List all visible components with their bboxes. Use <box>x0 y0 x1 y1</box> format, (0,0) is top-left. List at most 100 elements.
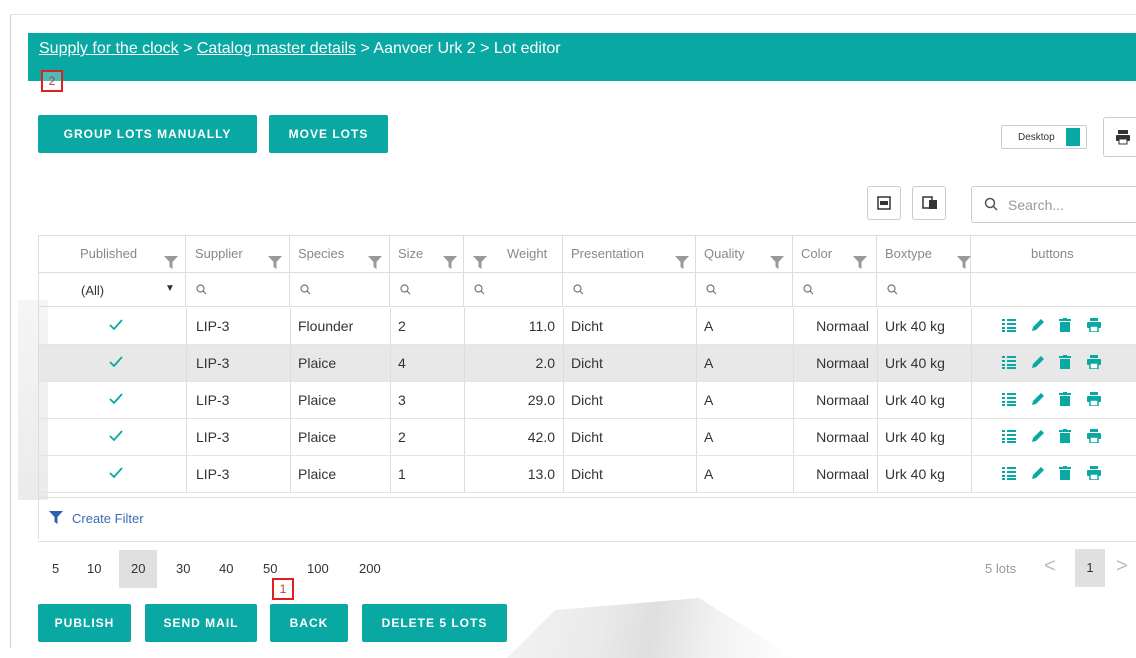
print-icon[interactable] <box>1087 429 1101 446</box>
page-size-option[interactable]: 200 <box>359 561 381 576</box>
cell-divider <box>696 382 697 418</box>
prev-page-button[interactable]: < <box>1044 555 1056 578</box>
export-button[interactable] <box>867 186 901 220</box>
species-cell: Flounder <box>298 318 354 334</box>
column-header-label: Published <box>80 246 138 261</box>
delete-icon[interactable] <box>1059 429 1071 446</box>
color-cell: Normaal <box>816 355 869 371</box>
breadcrumb-separator: > <box>356 40 374 57</box>
column-header-species[interactable]: Species <box>290 236 390 272</box>
boxtype-cell: Urk 40 kg <box>885 429 945 445</box>
cell-divider <box>696 419 697 455</box>
species-filter-input[interactable] <box>290 273 390 307</box>
page-size-option[interactable]: 30 <box>176 561 190 576</box>
supplier-filter-input[interactable] <box>186 273 290 307</box>
cell-divider <box>290 456 291 492</box>
print-icon[interactable] <box>1087 318 1101 335</box>
weight-filter-input[interactable] <box>464 273 563 307</box>
table-row[interactable]: LIP-3 Plaice 4 Dicht A Urk 40 kg 2.0 Normaal <box>39 345 1136 382</box>
page-size-option[interactable]: 100 <box>307 561 329 576</box>
column-header-label: Size <box>398 246 424 261</box>
breadcrumb-link-supply[interactable]: Supply for the clock <box>39 40 179 57</box>
delete-icon[interactable] <box>1059 318 1071 335</box>
table-row[interactable]: LIP-3 Plaice 3 Dicht A Urk 40 kg 29.0 Normaal <box>39 382 1136 419</box>
delete-lots-button[interactable]: DELETE 5 LOTS <box>362 604 507 642</box>
breadcrumb: Supply for the clock > Catalog master de… <box>39 40 561 58</box>
edit-icon[interactable] <box>1031 355 1045 372</box>
next-page-button[interactable]: > <box>1116 555 1128 578</box>
quality-cell: A <box>704 392 714 408</box>
quality-filter-input[interactable] <box>696 273 793 307</box>
print-icon[interactable] <box>1087 392 1101 409</box>
page-number-button[interactable]: 1 <box>1075 549 1105 587</box>
group-lots-manually-button[interactable]: GROUP LOTS MANUALLY <box>38 115 257 153</box>
page-size-option[interactable]: 5 <box>52 561 59 576</box>
size-filter-input[interactable] <box>390 273 464 307</box>
edit-icon[interactable] <box>1031 466 1045 483</box>
table-row[interactable]: LIP-3 Flounder 2 Dicht A Urk 40 kg 11.0 Normaal <box>39 308 1136 345</box>
edit-icon[interactable] <box>1031 392 1045 409</box>
column-header-presentation[interactable]: Presentation <box>563 236 696 272</box>
create-filter-link[interactable]: Create Filter <box>39 497 1136 539</box>
column-header-weight[interactable]: Weight <box>464 236 563 272</box>
presentation-filter-input[interactable] <box>563 273 696 307</box>
column-header-published[interactable]: Published <box>39 236 186 272</box>
device-toggle-label: Desktop <box>1018 132 1055 143</box>
print-button[interactable] <box>1103 117 1136 157</box>
details-icon[interactable] <box>1002 429 1016 446</box>
supplier-cell: LIP-3 <box>196 392 230 408</box>
lots-grid: Published Supplier Species Size Weight P… <box>38 235 1136 539</box>
cell-divider <box>877 456 878 492</box>
page-size-option[interactable]: 40 <box>219 561 233 576</box>
delete-icon[interactable] <box>1059 466 1071 483</box>
background-decoration <box>507 598 795 658</box>
details-icon[interactable] <box>1002 392 1016 409</box>
page-size-option[interactable]: 10 <box>87 561 101 576</box>
details-icon[interactable] <box>1002 318 1016 335</box>
lots-count: 5 lots <box>985 561 1017 576</box>
back-button[interactable]: BACK <box>270 604 348 642</box>
page-size-option[interactable]: 50 <box>263 561 277 576</box>
print-icon[interactable] <box>1087 355 1101 372</box>
breadcrumb-separator: > <box>475 40 494 57</box>
breadcrumb-link-catalog[interactable]: Catalog master details <box>197 40 356 57</box>
annotation-marker-1: 1 <box>272 578 294 600</box>
device-toggle[interactable]: Desktop <box>1001 125 1087 149</box>
color-filter-input[interactable] <box>793 273 877 307</box>
device-toggle-switch[interactable] <box>1066 128 1080 146</box>
cell-divider <box>390 419 391 455</box>
column-chooser-button[interactable] <box>912 186 946 220</box>
boxtype-filter-input[interactable] <box>877 273 971 307</box>
color-cell: Normaal <box>816 318 869 334</box>
edit-icon[interactable] <box>1031 318 1045 335</box>
column-header-label: Supplier <box>195 246 243 261</box>
column-header-size[interactable]: Size <box>390 236 464 272</box>
publish-button[interactable]: PUBLISH <box>38 604 131 642</box>
cell-divider <box>563 382 564 418</box>
edit-icon[interactable] <box>1031 429 1045 446</box>
quality-cell: A <box>704 318 714 334</box>
supplier-cell: LIP-3 <box>196 355 230 371</box>
details-icon[interactable] <box>1002 355 1016 372</box>
pager-divider <box>38 541 1136 542</box>
column-header-boxtype[interactable]: Boxtype <box>877 236 971 272</box>
column-header-supplier[interactable]: Supplier <box>186 236 290 272</box>
column-header-quality[interactable]: Quality <box>696 236 793 272</box>
supplier-cell: LIP-3 <box>196 318 230 334</box>
weight-cell: 42.0 <box>527 429 555 445</box>
column-header-color[interactable]: Color <box>793 236 877 272</box>
cell-divider <box>390 382 391 418</box>
move-lots-button[interactable]: MOVE LOTS <box>269 115 388 153</box>
delete-icon[interactable] <box>1059 392 1071 409</box>
table-row[interactable]: LIP-3 Plaice 1 Dicht A Urk 40 kg 13.0 Normaal <box>39 456 1136 493</box>
details-icon[interactable] <box>1002 466 1016 483</box>
delete-icon[interactable] <box>1059 355 1071 372</box>
window-border-left <box>10 14 11 648</box>
published-filter-select[interactable]: (All) ▼ <box>39 273 186 307</box>
send-mail-button[interactable]: SEND MAIL <box>145 604 257 642</box>
page-size-option-selected[interactable]: 20 <box>131 561 145 576</box>
chevron-down-icon: ▼ <box>165 283 175 294</box>
table-row[interactable]: LIP-3 Plaice 2 Dicht A Urk 40 kg 42.0 Normaal <box>39 419 1136 456</box>
search-input[interactable]: Search... <box>971 186 1136 223</box>
print-icon[interactable] <box>1087 466 1101 483</box>
